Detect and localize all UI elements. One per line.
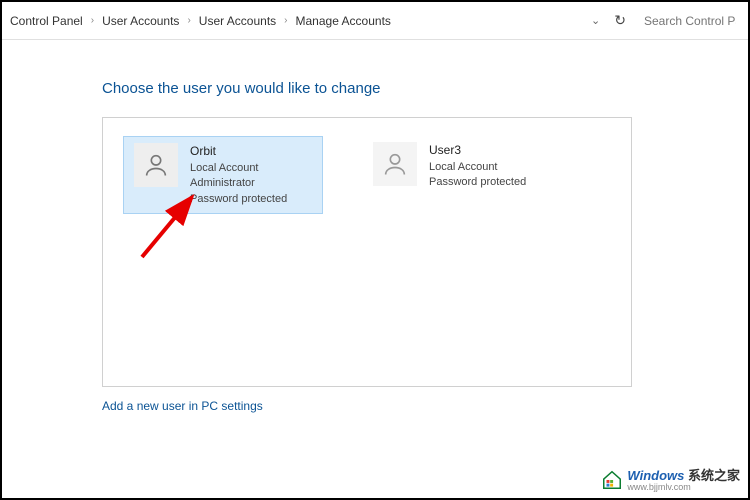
user-avatar-icon: [373, 142, 417, 186]
house-logo-icon: [601, 469, 623, 491]
refresh-icon[interactable]: ↻: [614, 12, 626, 29]
account-card-orbit[interactable]: Orbit Local Account Administrator Passwo…: [123, 136, 323, 214]
account-role: Administrator: [190, 176, 287, 191]
breadcrumb: Control Panel › User Accounts › User Acc…: [10, 14, 591, 28]
chevron-down-icon[interactable]: ⌄: [591, 14, 600, 27]
account-info: Orbit Local Account Administrator Passwo…: [190, 143, 287, 207]
chevron-right-icon: ›: [187, 15, 190, 26]
account-protection: Password protected: [190, 192, 287, 207]
account-type: Local Account: [190, 161, 287, 176]
account-type: Local Account: [429, 160, 526, 175]
header-controls: ⌄ ↻: [591, 10, 740, 32]
header-bar: Control Panel › User Accounts › User Acc…: [2, 2, 748, 40]
watermark-brand-en: Windows: [627, 468, 684, 483]
watermark-url: www.bjjmlv.com: [627, 483, 740, 492]
chevron-right-icon: ›: [284, 15, 287, 26]
watermark: Windows 系统之家 www.bjjmlv.com: [601, 469, 740, 492]
search-input[interactable]: [640, 10, 740, 32]
add-user-link[interactable]: Add a new user in PC settings: [102, 399, 263, 413]
page-title: Choose the user you would like to change: [102, 80, 748, 97]
account-name: Orbit: [190, 143, 287, 160]
user-avatar-icon: [134, 143, 178, 187]
breadcrumb-item-user-accounts-2[interactable]: User Accounts: [199, 14, 276, 28]
account-protection: Password protected: [429, 175, 526, 190]
watermark-text: Windows 系统之家 www.bjjmlv.com: [627, 469, 740, 492]
watermark-brand-cn: 系统之家: [688, 468, 740, 483]
account-name: User3: [429, 142, 526, 159]
breadcrumb-item-user-accounts-1[interactable]: User Accounts: [102, 14, 179, 28]
accounts-container: Orbit Local Account Administrator Passwo…: [102, 117, 632, 387]
account-info: User3 Local Account Password protected: [429, 142, 526, 191]
chevron-right-icon: ›: [91, 15, 94, 26]
breadcrumb-item-control-panel[interactable]: Control Panel: [10, 14, 83, 28]
account-card-user3[interactable]: User3 Local Account Password protected: [363, 136, 563, 197]
content-area: Choose the user you would like to change…: [2, 40, 748, 415]
breadcrumb-item-manage-accounts[interactable]: Manage Accounts: [296, 14, 391, 28]
